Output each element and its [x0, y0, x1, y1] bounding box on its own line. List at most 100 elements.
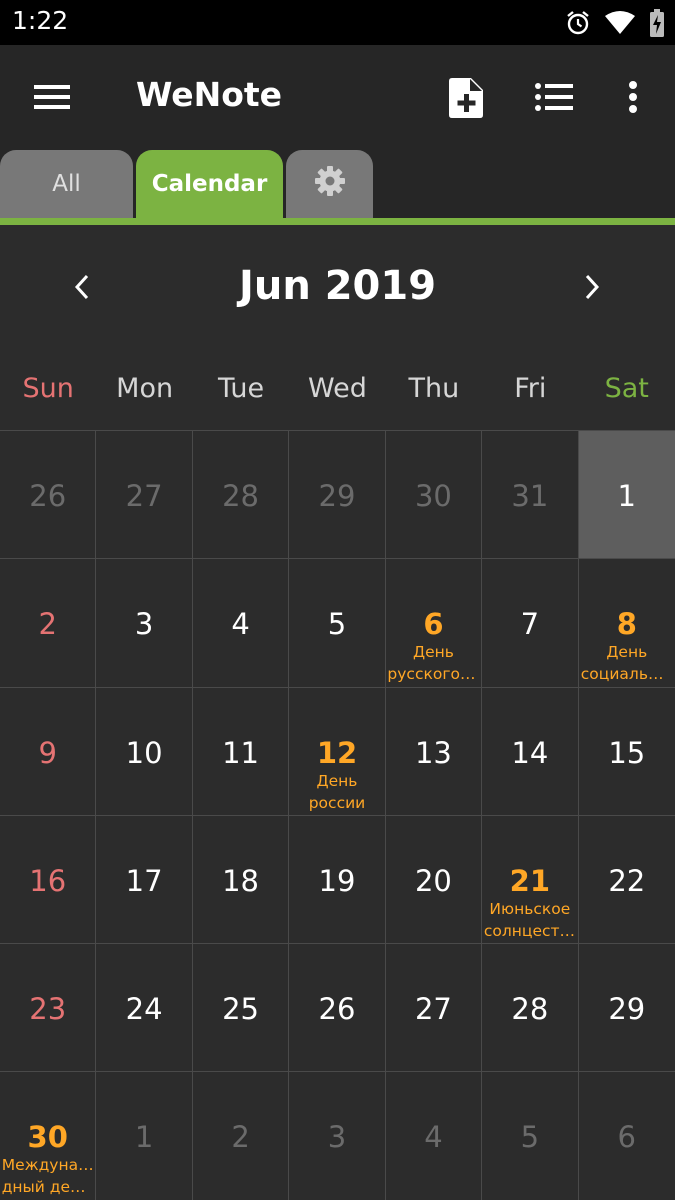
calendar-day-cell[interactable]: 7 — [482, 559, 579, 688]
weekday-label: Wed — [308, 373, 367, 404]
calendar-day-cell[interactable]: 4 — [385, 1072, 483, 1200]
calendar-day-cell[interactable]: 20 — [385, 815, 483, 945]
calendar-day-cell[interactable]: 19 — [289, 815, 386, 945]
day-number: 31 — [511, 479, 549, 513]
calendar-day-cell[interactable]: 18 — [192, 815, 290, 945]
day-number: 25 — [222, 992, 260, 1027]
day-number: 22 — [608, 863, 646, 898]
day-number: 4 — [231, 607, 250, 642]
weekday-label: Sun — [22, 373, 74, 404]
calendar-day-cell[interactable]: 9 — [0, 687, 97, 816]
day-number: 26 — [29, 479, 67, 513]
calendar-day-cell[interactable]: 14 — [482, 687, 579, 816]
day-number: 2 — [38, 607, 57, 642]
wifi-icon — [605, 11, 635, 35]
day-number: 2 — [231, 1120, 250, 1155]
day-number: 11 — [222, 735, 260, 770]
calendar-day-cell[interactable]: 10 — [96, 687, 193, 816]
day-number: 27 — [414, 992, 452, 1027]
calendar-day-cell[interactable]: 5 — [482, 1072, 579, 1200]
calendar-day-cell[interactable]: 30 — [385, 431, 483, 560]
calendar-day-cell[interactable]: 31 — [482, 431, 579, 560]
day-number: 5 — [520, 1120, 540, 1155]
day-event-label: День — [606, 643, 648, 662]
calendar-day-cell[interactable]: 17 — [96, 815, 193, 945]
calendar-day-cell[interactable]: 12 День россии — [289, 687, 386, 816]
calendar-day-cell[interactable]: 16 — [0, 815, 97, 945]
day-number: 13 — [414, 735, 452, 770]
status-bar: 1:22 — [0, 0, 675, 45]
calendar-day-cell[interactable]: 11 — [192, 687, 290, 816]
day-number: 3 — [327, 1120, 347, 1155]
calendar-day-cell[interactable]: 27 — [96, 431, 193, 560]
calendar-day-cell[interactable]: 2 — [192, 1072, 290, 1200]
tab-calendar[interactable]: Calendar — [136, 150, 283, 218]
more-vert-icon[interactable] — [620, 77, 646, 117]
day-event-label: дный ден… — [1, 1178, 94, 1197]
calendar-day-cell[interactable]: 23 — [0, 944, 97, 1073]
day-event-label: солнцесто… — [483, 921, 576, 940]
calendar-day-cell[interactable]: 21 Июньское солнцесто… — [482, 815, 579, 945]
menu-icon[interactable] — [30, 77, 74, 117]
calendar-day-cell[interactable]: 26 — [289, 944, 386, 1073]
day-event-label: Междунаро — [1, 1156, 94, 1175]
calendar-day-cell[interactable]: 6 День русского … — [385, 559, 483, 688]
day-number: 28 — [222, 479, 260, 513]
calendar-day-cell[interactable]: 6 — [578, 1072, 675, 1200]
day-number: 17 — [125, 863, 163, 898]
day-number: 1 — [617, 479, 636, 513]
calendar-day-cell[interactable]: 30 Междунаро дный ден… — [0, 1072, 97, 1200]
status-icons — [565, 8, 665, 38]
list-view-icon[interactable] — [534, 79, 574, 115]
day-number: 15 — [608, 735, 646, 770]
calendar-day-cell[interactable]: 28 — [482, 944, 579, 1073]
day-number: 24 — [125, 992, 163, 1027]
day-number: 10 — [125, 735, 163, 770]
calendar-day-cell[interactable]: 5 — [289, 559, 386, 688]
chevron-right-icon[interactable] — [572, 267, 612, 307]
tab-all[interactable]: All — [0, 150, 133, 218]
day-number: 29 — [608, 992, 646, 1027]
calendar-day-cell[interactable]: 24 — [96, 944, 193, 1073]
day-number: 23 — [29, 992, 67, 1027]
calendar-day-cell[interactable]: 2 — [0, 559, 97, 688]
calendar-day-cell[interactable]: 3 — [96, 559, 193, 688]
calendar-day-cell[interactable]: 26 — [0, 431, 97, 560]
day-number: 6 — [423, 607, 444, 642]
calendar-day-cell[interactable]: 1 — [578, 431, 675, 560]
day-number: 20 — [414, 863, 452, 898]
calendar-day-cell[interactable]: 13 — [385, 687, 483, 816]
day-number: 9 — [38, 735, 57, 770]
weekday-label: Thu — [408, 373, 460, 404]
new-note-icon[interactable] — [445, 75, 487, 121]
day-event-label: россии — [308, 793, 366, 812]
calendar-day-cell[interactable]: 29 — [289, 431, 386, 560]
app-bar: WeNote — [0, 45, 675, 150]
calendar-day-cell[interactable]: 4 — [192, 559, 290, 688]
calendar-day-cell[interactable]: 1 — [96, 1072, 193, 1200]
calendar-day-cell[interactable]: 28 — [192, 431, 290, 560]
day-number: 6 — [617, 1120, 636, 1155]
status-time: 1:22 — [12, 6, 69, 35]
day-number: 1 — [134, 1120, 154, 1155]
calendar-day-cell[interactable]: 22 — [578, 816, 675, 945]
calendar-day-cell[interactable]: 27 — [385, 944, 483, 1073]
calendar-day-cell[interactable]: 8 День социальн… — [578, 559, 675, 688]
day-number: 28 — [511, 992, 549, 1027]
day-number: 4 — [424, 1120, 443, 1155]
day-event-label: День — [316, 771, 358, 790]
tab-settings[interactable] — [286, 150, 373, 218]
day-number: 30 — [414, 479, 452, 513]
calendar-day-cell[interactable]: 15 — [578, 688, 675, 816]
calendar-day-cell[interactable]: 29 — [578, 944, 675, 1073]
calendar-day-cell[interactable]: 3 — [289, 1072, 386, 1200]
day-event-label: русского … — [387, 665, 480, 684]
day-number: 26 — [318, 992, 356, 1027]
weekday-label: Mon — [116, 373, 174, 404]
weekday-label: Fri — [514, 373, 547, 404]
alarm-icon — [565, 10, 591, 36]
calendar-day-cell[interactable]: 25 — [192, 944, 290, 1073]
day-number: 29 — [318, 479, 356, 513]
day-number: 7 — [520, 607, 540, 642]
day-number: 5 — [327, 607, 347, 642]
